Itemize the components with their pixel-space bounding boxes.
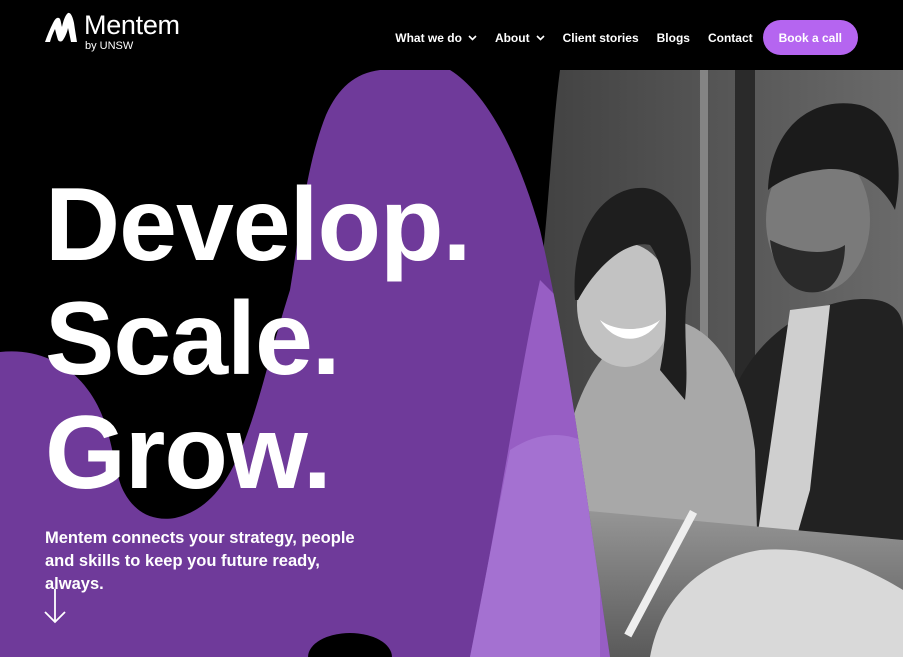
hero-section: Develop. Scale. Grow. Mentem connects yo… [0, 70, 903, 657]
nav-item-label: What we do [395, 30, 462, 45]
nav-item-label: About [494, 30, 530, 45]
nav-item-blogs[interactable]: Blogs [657, 31, 690, 45]
nav-item-what-we-do[interactable]: What we do [395, 31, 477, 45]
nav-item-client-stories[interactable]: Client stories [563, 31, 639, 45]
headline-line: Develop. [45, 167, 471, 283]
brand-logo[interactable]: Mentem by UNSW [44, 12, 180, 52]
hero-headline: Develop. Scale. Grow. [45, 167, 471, 511]
mentem-m-icon [45, 12, 77, 42]
nav-item-contact[interactable]: Contact [708, 31, 753, 45]
headline-line: Scale. [45, 281, 341, 397]
arrow-down-icon[interactable] [43, 588, 67, 624]
nav-item-label: Blogs [656, 30, 690, 45]
headline-line: Grow. [45, 395, 332, 511]
nav-item-label: Client stories [562, 30, 639, 45]
hero-subtext: Mentem connects your strategy, people an… [45, 529, 355, 593]
main-nav: What we do About Client stories Blogs Co… [395, 20, 858, 55]
book-a-call-button[interactable]: Book a call [762, 20, 858, 55]
chevron-down-icon [468, 34, 477, 41]
brand-sub: by UNSW [85, 40, 134, 52]
nav-item-about[interactable]: About [495, 31, 545, 45]
site-header: Mentem by UNSW What we do About Client s… [0, 0, 903, 70]
chevron-down-icon [536, 34, 545, 41]
nav-item-label: Contact [707, 30, 753, 45]
brand-name: Mentem [84, 10, 180, 40]
